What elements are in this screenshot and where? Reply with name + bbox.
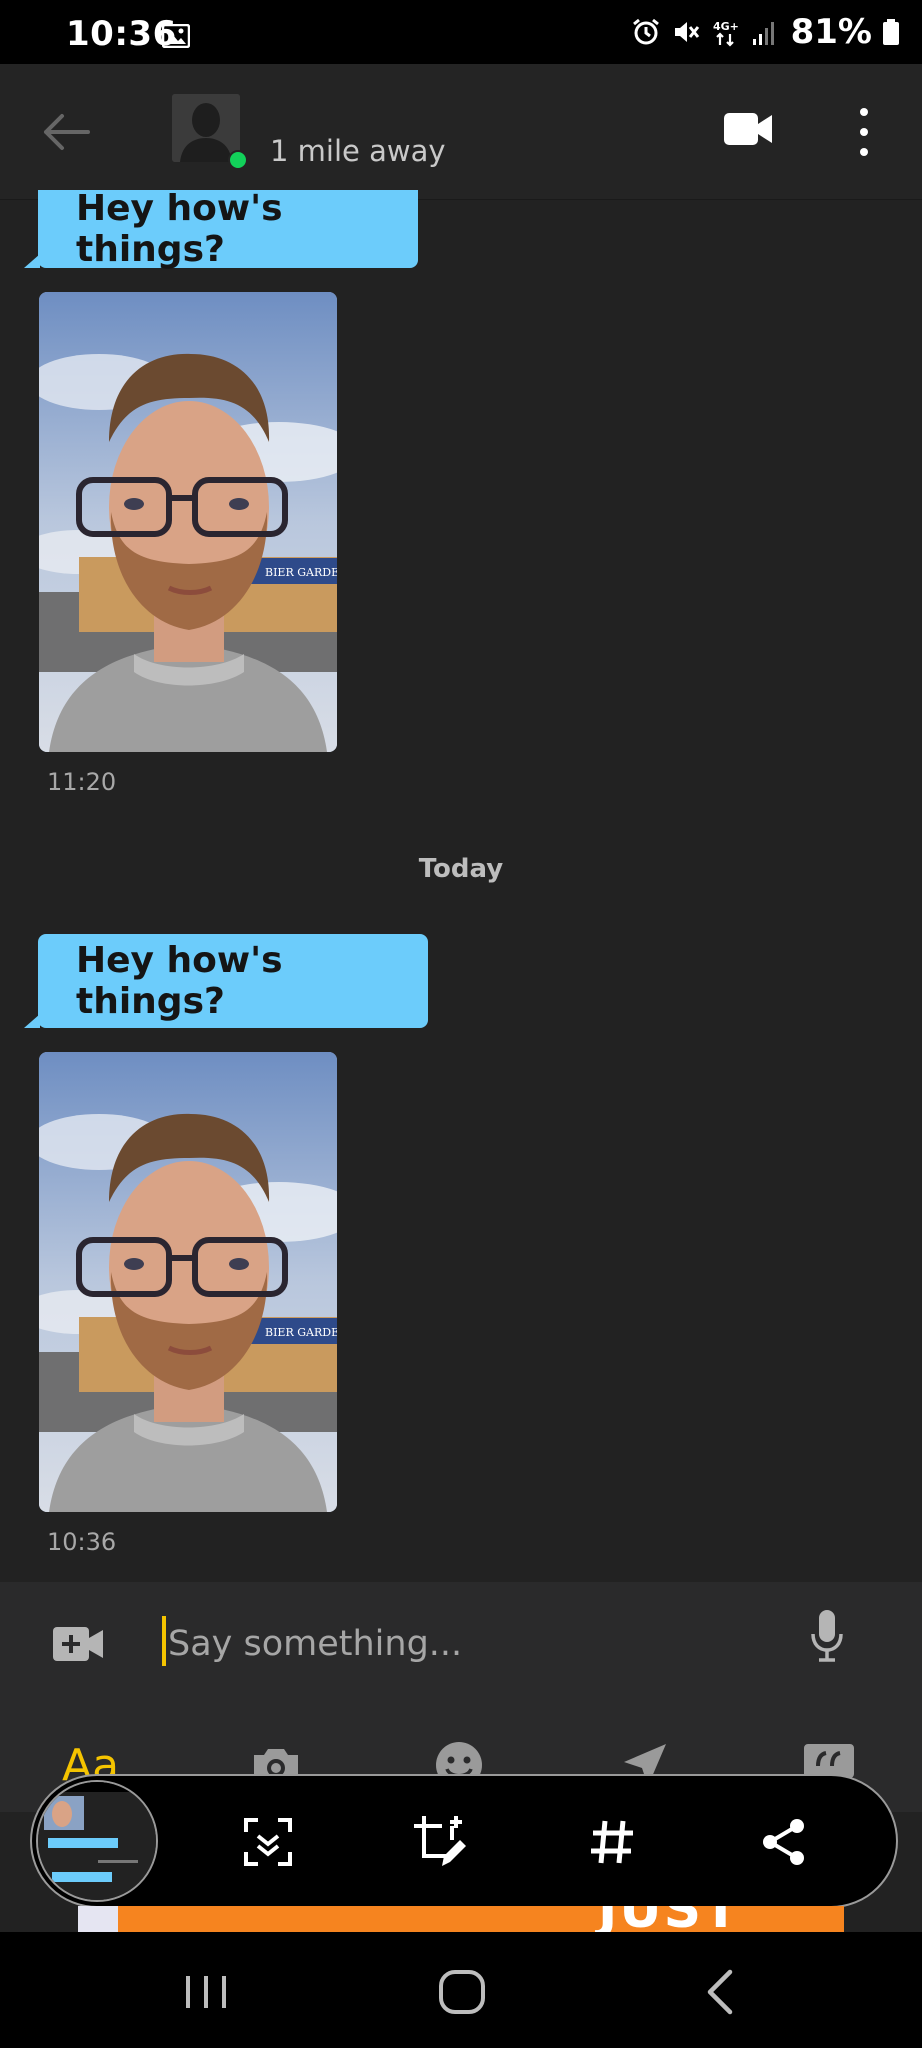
svg-text:4G+: 4G+ (713, 20, 739, 33)
crop-edit-icon (414, 1816, 466, 1866)
message-text: Hey how's things? (76, 940, 283, 1022)
battery-icon (883, 19, 899, 45)
selfie-photo: BIER GARDEN (39, 1052, 337, 1512)
share-icon (763, 1819, 804, 1865)
day-divider: Today (418, 854, 504, 884)
add-video-icon[interactable] (52, 1624, 104, 1664)
mute-icon (674, 22, 699, 42)
share-button[interactable] (756, 1814, 812, 1870)
ad-banner[interactable]: JUST EAT (78, 1906, 844, 1932)
tag-button[interactable] (584, 1814, 640, 1870)
microphone-icon[interactable] (810, 1608, 844, 1664)
alarm-icon (632, 18, 659, 45)
gallery-icon (162, 24, 190, 48)
screenshot-toolbar (30, 1774, 898, 1908)
bubble-tail (24, 254, 40, 268)
scroll-capture-button[interactable] (240, 1814, 296, 1870)
recent-apps-icon[interactable] (176, 1962, 236, 2022)
chat-screen: 10:36 4G+ 81% 1 mile away Hey how's thin… (0, 0, 922, 2048)
selfie-photo: BIER GARDEN (39, 292, 337, 752)
crop-edit-button[interactable] (412, 1814, 468, 1870)
message-bubble[interactable]: Hey how's things? (24, 188, 418, 270)
chat-header: 1 mile away (0, 64, 922, 200)
default-avatar-icon (172, 94, 240, 162)
message-text: Hey how's things? (76, 188, 283, 270)
thumbnail-preview (38, 1782, 156, 1900)
navigation-bar (0, 1932, 922, 2048)
status-bar: 10:36 4G+ 81% (0, 0, 922, 64)
message-timestamp: 10:36 (47, 1528, 117, 1556)
video-call-icon[interactable] (722, 108, 774, 150)
more-options-icon[interactable] (850, 104, 878, 160)
home-icon[interactable] (432, 1962, 492, 2022)
back-nav-icon[interactable] (690, 1962, 750, 2022)
ad-play-icon (78, 1906, 118, 1932)
status-time: 10:36 (66, 14, 177, 54)
scroll-capture-icon (244, 1818, 292, 1866)
hashtag-icon (591, 1820, 633, 1864)
message-bubble[interactable]: Hey how's things? (24, 934, 428, 1028)
network-4g-icon: 4G+ (713, 20, 739, 47)
bubble-tail (24, 1014, 40, 1028)
back-arrow-icon[interactable] (36, 104, 96, 160)
photo-message[interactable]: BIER GARDEN (39, 292, 337, 752)
battery-level: 81% (790, 12, 872, 52)
bier-garden-sign: BIER GARDEN (265, 1326, 337, 1339)
ad-text: JUST EAT (598, 1906, 844, 1932)
avatar[interactable] (172, 94, 240, 162)
bier-garden-sign: BIER GARDEN (265, 566, 337, 579)
screenshot-thumbnail[interactable] (36, 1780, 158, 1902)
signal-icon (752, 22, 774, 45)
message-timestamp: 11:20 (47, 768, 117, 796)
photo-message[interactable]: BIER GARDEN (39, 1052, 337, 1512)
distance-label: 1 mile away (270, 134, 446, 168)
online-status-dot (228, 150, 248, 170)
message-input[interactable] (162, 1612, 762, 1676)
status-icons: 4G+ 81% (631, 12, 900, 52)
